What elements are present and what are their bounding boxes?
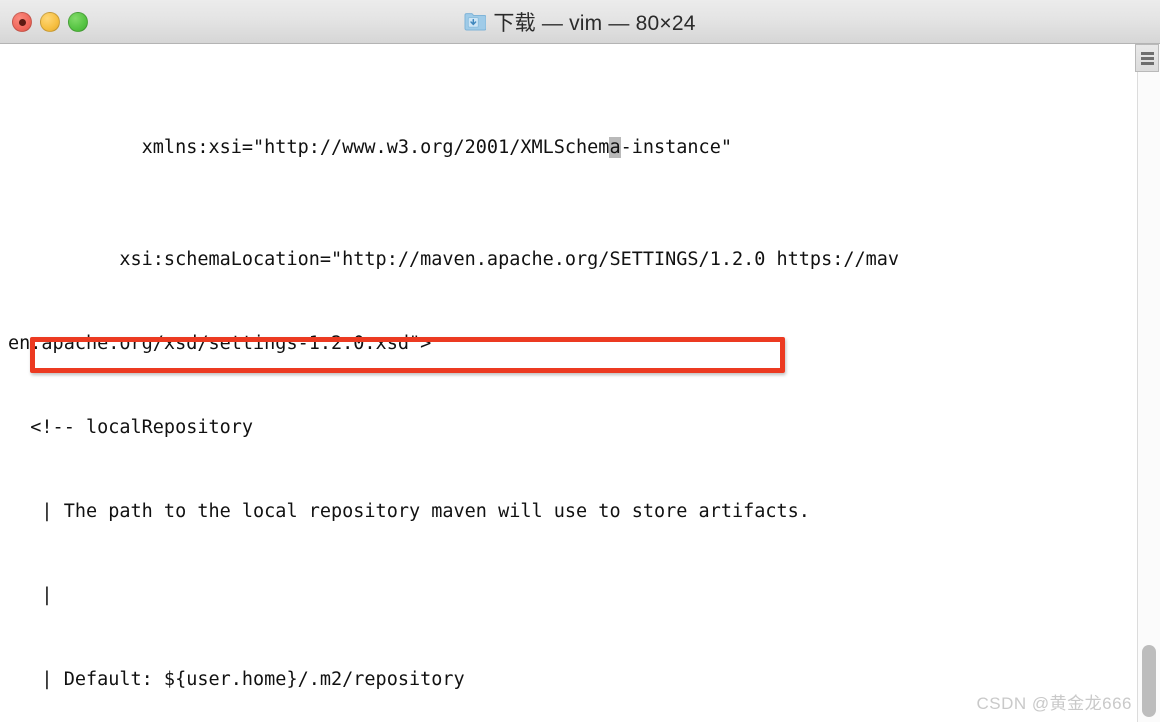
terminal-line: | The path to the local repository maven… xyxy=(8,501,810,522)
terminal-screen: xmlns:xsi="http://www.w3.org/2001/XMLSch… xyxy=(8,50,1144,722)
scroll-lines-icon[interactable] xyxy=(1135,44,1159,72)
terminal-line-text: xmlns:xsi="http://www.w3.org/2001/XMLSch… xyxy=(8,137,610,158)
terminal-line: <!-- localRepository xyxy=(8,417,254,438)
csdn-watermark: CSDN @黄金龙666 xyxy=(976,694,1132,713)
terminal-body[interactable]: xmlns:xsi="http://www.w3.org/2001/XMLSch… xyxy=(0,44,1160,722)
terminal-window: 下载 — vim — 80×24 xmlns:xsi="http://www.w… xyxy=(0,0,1160,722)
window-title-text: 下载 — vim — 80×24 xyxy=(493,11,696,35)
window-titlebar: 下载 — vim — 80×24 xyxy=(0,0,1160,44)
maximize-button[interactable] xyxy=(68,12,88,32)
window-traffic-lights xyxy=(12,12,88,32)
terminal-line: xsi:schemaLocation="http://maven.apache.… xyxy=(8,249,900,270)
window-title-group: 下载 — vim — 80×24 xyxy=(464,7,695,37)
scrollbar-thumb[interactable] xyxy=(1142,645,1156,717)
terminal-line: xmlns:xsi="http://www.w3.org/2001/XMLSch… xyxy=(8,134,1144,162)
terminal-line: en.apache.org/xsd/settings-1.2.0.xsd"> xyxy=(8,333,432,354)
vertical-scrollbar[interactable] xyxy=(1137,44,1160,722)
cursor-highlight: a xyxy=(609,137,621,158)
minimize-button[interactable] xyxy=(40,12,60,32)
downloads-folder-icon xyxy=(464,12,487,31)
close-button[interactable] xyxy=(12,12,32,32)
terminal-line-text: -instance" xyxy=(620,137,732,158)
terminal-line: | xyxy=(8,585,53,606)
terminal-line: | Default: ${user.home}/.m2/repository xyxy=(8,669,465,690)
